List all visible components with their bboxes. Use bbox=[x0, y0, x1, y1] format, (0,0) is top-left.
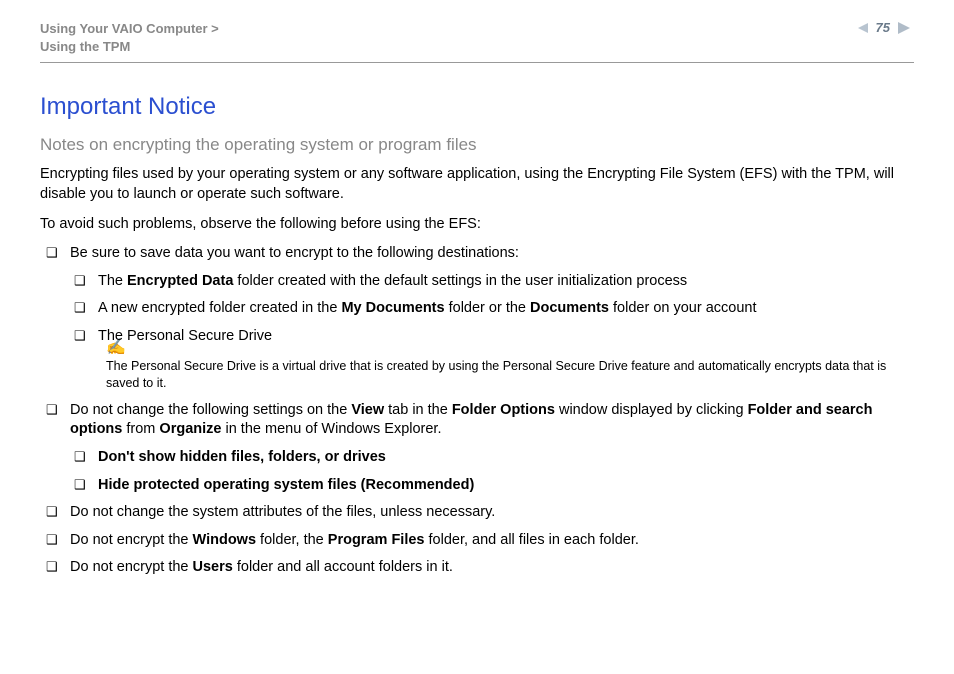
breadcrumb: Using Your VAIO Computer > Using the TPM bbox=[40, 20, 219, 56]
prev-page-arrow-icon[interactable] bbox=[856, 22, 870, 34]
list-item: Do not change the following settings on … bbox=[40, 401, 914, 495]
paragraph: Encrypting files used by your operating … bbox=[40, 165, 914, 204]
page-title: Important Notice bbox=[40, 93, 914, 121]
list-item: The Encrypted Data folder created with t… bbox=[70, 272, 914, 292]
next-page-arrow-icon[interactable] bbox=[896, 21, 914, 35]
list-item: Be sure to save data you want to encrypt… bbox=[40, 244, 914, 391]
list-item: Do not encrypt the Windows folder, the P… bbox=[40, 531, 914, 551]
page-number: 75 bbox=[876, 20, 890, 35]
list-item: Don't show hidden files, folders, or dri… bbox=[70, 448, 914, 468]
breadcrumb-line2: Using the TPM bbox=[40, 39, 130, 54]
sub-list: The Encrypted Data folder created with t… bbox=[70, 272, 914, 347]
pager: 75 bbox=[856, 20, 914, 35]
breadcrumb-line1: Using Your VAIO Computer > bbox=[40, 21, 219, 36]
list-text: Be sure to save data you want to encrypt… bbox=[70, 245, 519, 261]
section-subtitle: Notes on encrypting the operating system… bbox=[40, 135, 914, 155]
bullet-list: Be sure to save data you want to encrypt… bbox=[40, 244, 914, 578]
list-item: A new encrypted folder created in the My… bbox=[70, 299, 914, 319]
list-item: Hide protected operating system files (R… bbox=[70, 476, 914, 496]
paragraph: To avoid such problems, observe the foll… bbox=[40, 215, 914, 235]
page-header: Using Your VAIO Computer > Using the TPM… bbox=[40, 20, 914, 63]
list-item: The Personal Secure Drive bbox=[70, 327, 914, 347]
note: ✍ bbox=[106, 354, 914, 356]
sub-list: Don't show hidden files, folders, or dri… bbox=[70, 448, 914, 495]
list-item: Do not encrypt the Users folder and all … bbox=[40, 558, 914, 578]
note-text: The Personal Secure Drive is a virtual d… bbox=[106, 358, 914, 391]
list-item: Do not change the system attributes of t… bbox=[40, 503, 914, 523]
